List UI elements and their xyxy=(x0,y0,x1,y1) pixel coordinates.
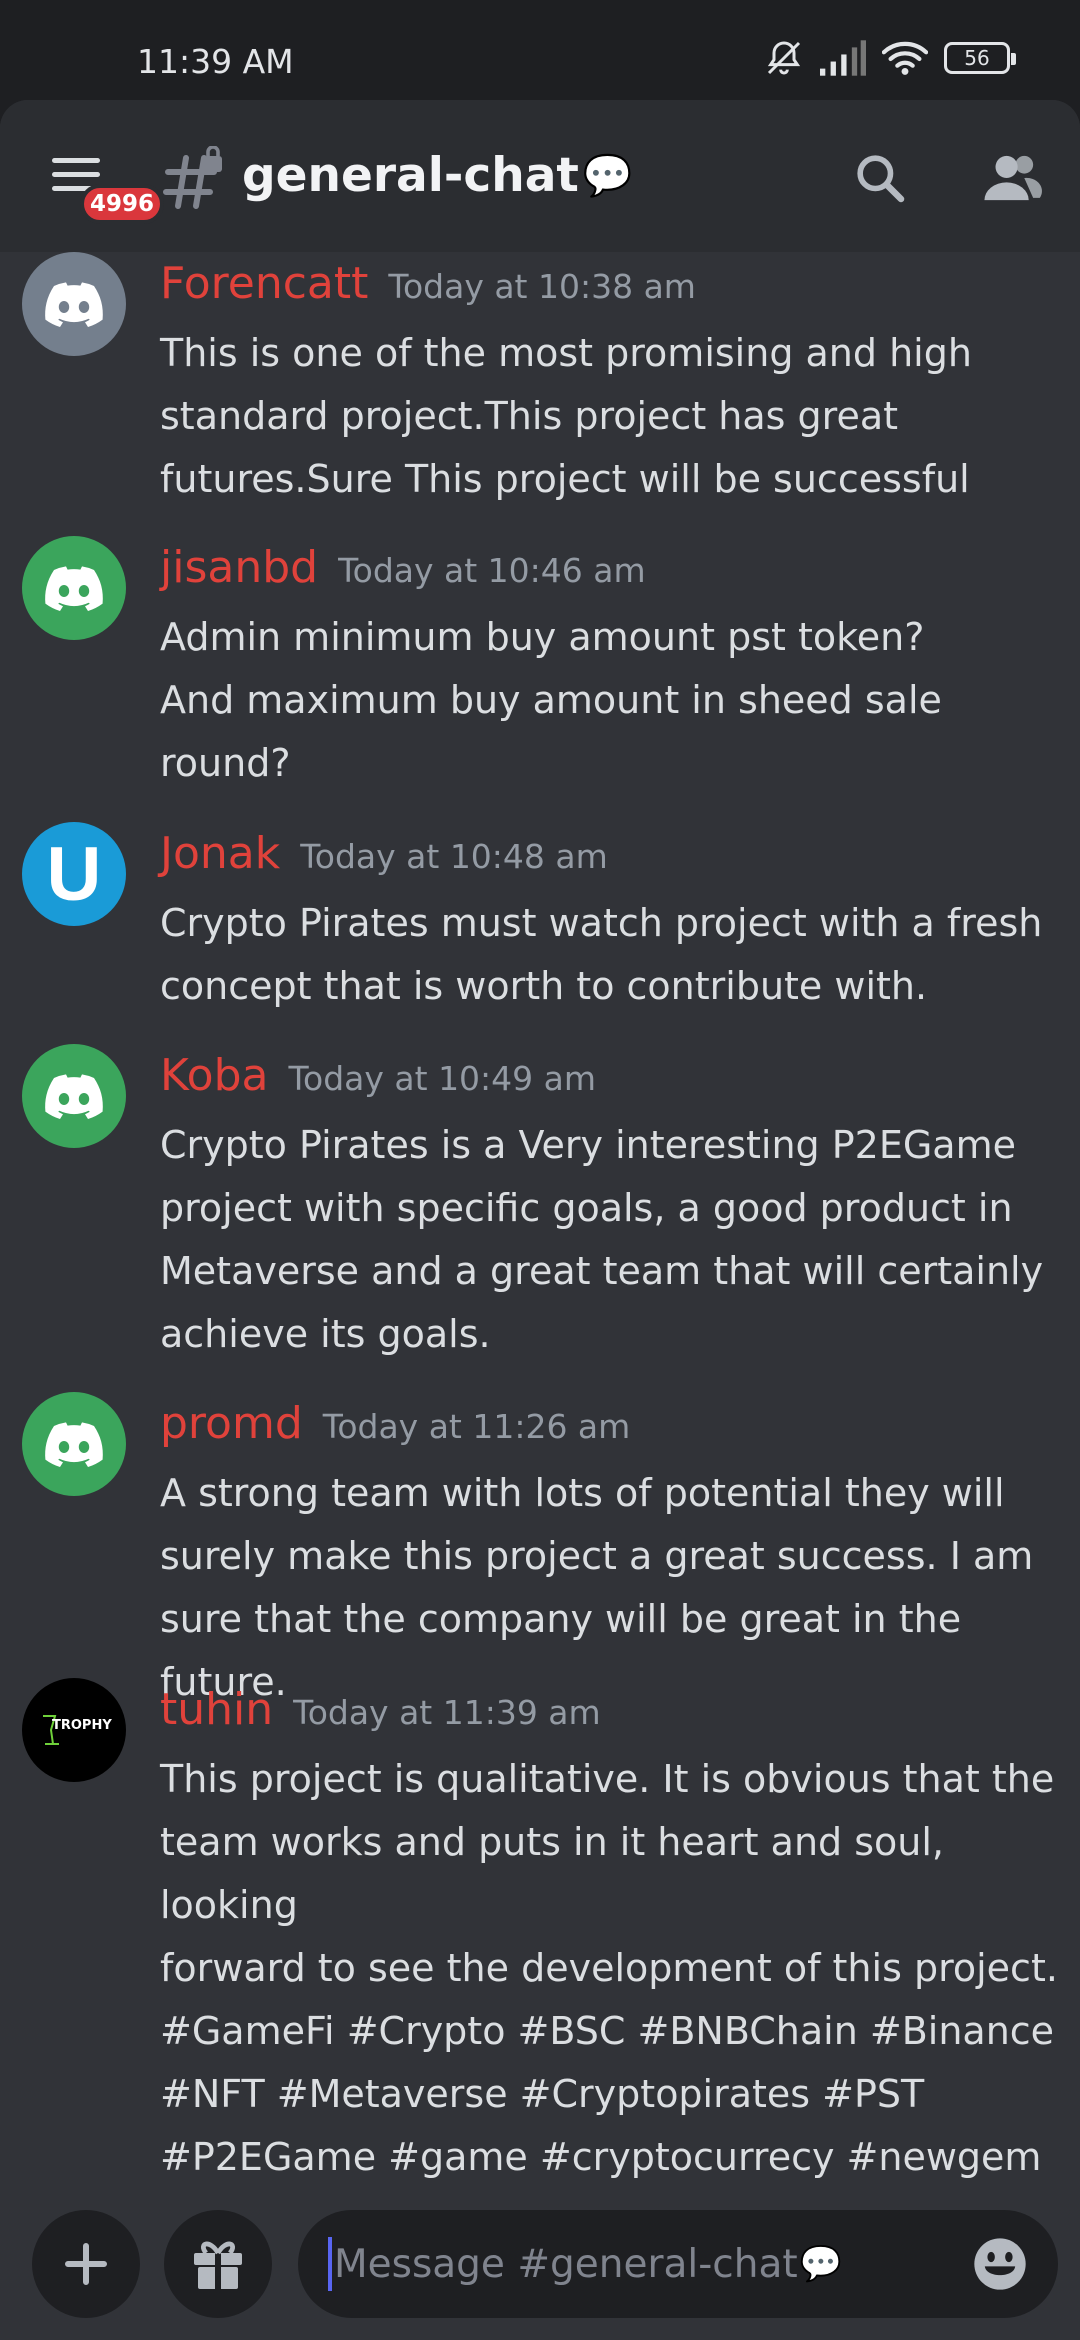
timestamp: Today at 10:49 am xyxy=(288,1059,597,1098)
username[interactable]: Forencatt xyxy=(160,258,368,309)
discord-logo-icon xyxy=(45,566,103,611)
discord-logo-icon xyxy=(45,282,103,327)
username[interactable]: Koba xyxy=(160,1050,268,1101)
timestamp: Today at 10:48 am xyxy=(300,837,608,876)
timestamp: Today at 10:46 am xyxy=(338,551,646,590)
status-time: 11:39 AM xyxy=(137,42,294,81)
username[interactable]: Jonak xyxy=(160,828,280,879)
timestamp: Today at 11:26 am xyxy=(322,1407,631,1446)
battery-level: 56 xyxy=(964,46,990,70)
locked-channel-icon xyxy=(163,146,222,209)
message-header: Forencatt Today at 10:38 am xyxy=(160,258,696,309)
speech-bubble-emoji: 💬 xyxy=(799,2244,843,2284)
members-icon[interactable] xyxy=(980,150,1042,206)
message-text: Crypto Pirates is a Very interesting P2E… xyxy=(160,1123,1044,1356)
username[interactable]: jisanbd xyxy=(160,542,318,593)
message-header: jisanbd Today at 10:46 am xyxy=(160,542,646,593)
unread-badge: 4996 xyxy=(80,184,165,224)
message-text: This project is qualitative. It is obvio… xyxy=(160,1757,1058,2179)
message-text: Crypto Pirates must watch project with a… xyxy=(160,901,1043,1008)
gift-icon xyxy=(194,2241,242,2289)
status-bar: 11:39 AM 56 xyxy=(0,0,1080,100)
message-header: promd Today at 11:26 am xyxy=(160,1398,630,1449)
message-input[interactable]: Message #general-chat 💬 xyxy=(298,2210,1058,2318)
message-header: tuhin Today at 11:39 am xyxy=(160,1684,601,1735)
search-icon[interactable] xyxy=(852,150,908,206)
add-attachment-button[interactable] xyxy=(32,2210,140,2318)
wifi-icon xyxy=(882,41,928,75)
placeholder-text: Message #general-chat xyxy=(334,2241,798,2287)
text-caret xyxy=(328,2237,332,2291)
avatar[interactable]: TROPHY xyxy=(22,1678,126,1782)
bell-off-icon xyxy=(767,41,801,75)
avatar[interactable] xyxy=(22,1044,126,1148)
discord-logo-icon xyxy=(45,1074,103,1119)
discord-logo-icon xyxy=(45,1422,103,1467)
timestamp: Today at 11:39 am xyxy=(293,1693,601,1732)
avatar[interactable] xyxy=(22,1392,126,1496)
message-header: Jonak Today at 10:48 am xyxy=(160,828,608,879)
avatar[interactable] xyxy=(22,536,126,640)
username[interactable]: promd xyxy=(160,1398,303,1449)
gift-button[interactable] xyxy=(164,2210,272,2318)
message-text: A strong team with lots of potential the… xyxy=(160,1471,1034,1704)
emoji-icon[interactable] xyxy=(972,2236,1028,2292)
timestamp: Today at 10:38 am xyxy=(388,267,696,306)
app-window: 4996 general-chat 💬 Forencatt Today at 1… xyxy=(0,100,1080,2340)
username[interactable]: tuhin xyxy=(160,1684,273,1735)
avatar[interactable]: U xyxy=(22,822,126,926)
signal-icon xyxy=(820,40,866,76)
channel-header: 4996 general-chat 💬 xyxy=(0,100,1080,252)
battery-icon: 56 xyxy=(944,42,1016,74)
avatar-text: TROPHY xyxy=(52,1718,112,1733)
avatar-letter: U xyxy=(46,831,102,917)
message-text: Admin minimum buy amount pst token? And … xyxy=(160,615,942,785)
avatar[interactable] xyxy=(22,252,126,356)
plus-icon xyxy=(65,2243,107,2285)
message-text: This is one of the most promising and hi… xyxy=(160,331,972,501)
message-header: Koba Today at 10:49 am xyxy=(160,1050,596,1101)
channel-name: general-chat xyxy=(242,148,579,203)
menu-button[interactable]: 4996 xyxy=(48,152,165,224)
status-icons: 56 xyxy=(764,38,1016,78)
message-placeholder: Message #general-chat 💬 xyxy=(334,2242,842,2287)
channel-title: general-chat 💬 xyxy=(242,148,633,203)
speech-bubble-emoji: 💬 xyxy=(582,153,633,199)
